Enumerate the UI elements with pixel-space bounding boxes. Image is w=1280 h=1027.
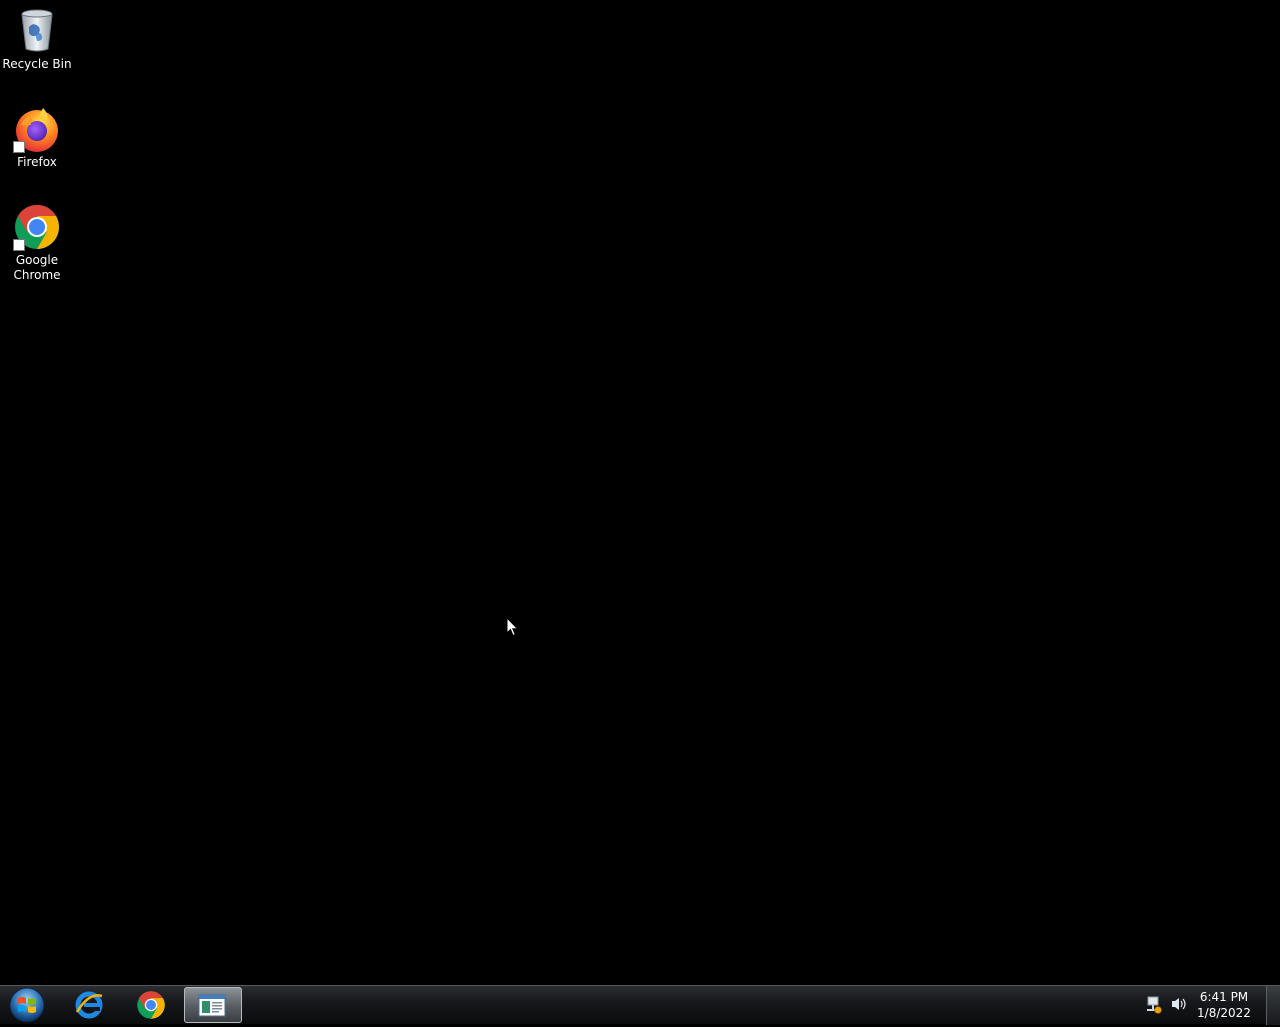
desktop[interactable]: Recycle Bin Firefox Google Chrome [0,0,1280,985]
document-window-icon [198,994,226,1017]
taskbar: 6:41 PM 1/8/2022 [0,985,1280,1025]
taskbar-google-chrome-button[interactable] [124,987,178,1023]
mouse-pointer-icon [506,616,520,641]
clock[interactable]: 6:41 PM 1/8/2022 [1194,989,1254,1021]
desktop-icon-label: Google Chrome [13,253,61,282]
desktop-icon-google-chrome[interactable]: Google Chrome [0,203,74,283]
firefox-icon [13,105,61,153]
desktop-icon-label: Firefox [17,155,57,169]
recycle-bin-icon [13,7,61,55]
taskbar-document-window-button[interactable] [184,987,242,1023]
shortcut-arrow-icon [13,141,25,153]
volume-icon[interactable] [1170,996,1188,1016]
show-desktop-button[interactable] [1266,986,1280,1025]
network-icon[interactable] [1146,996,1162,1018]
chrome-icon [137,991,165,1019]
start-button[interactable] [7,987,47,1023]
taskbar-internet-explorer-button[interactable] [62,987,116,1023]
internet-explorer-icon [75,991,103,1019]
desktop-icon-firefox[interactable]: Firefox [0,105,74,170]
windows-start-orb-icon [9,987,45,1023]
chrome-icon [13,203,61,251]
shortcut-arrow-icon [13,239,25,251]
system-tray: 6:41 PM 1/8/2022 [1140,986,1280,1025]
clock-date: 1/8/2022 [1197,1006,1251,1020]
clock-time: 6:41 PM [1199,990,1249,1004]
desktop-icon-recycle-bin[interactable]: Recycle Bin [0,7,74,72]
desktop-icon-label: Recycle Bin [2,57,72,71]
